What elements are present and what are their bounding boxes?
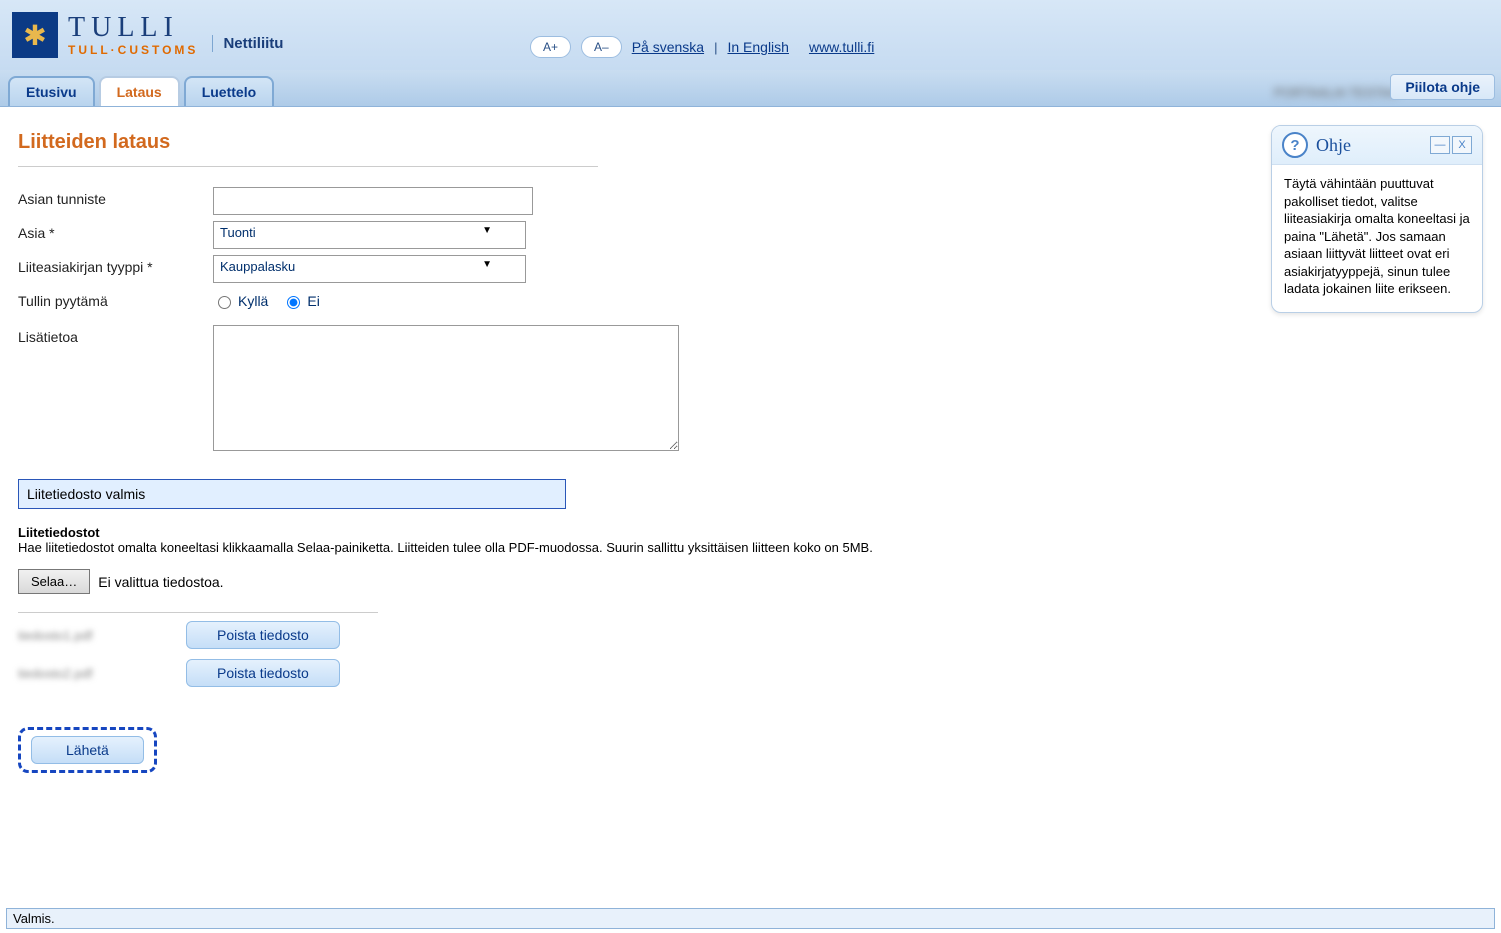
label-requested: Tullin pyytämä (18, 289, 213, 309)
file-ready-status: Liitetiedosto valmis (18, 479, 566, 509)
tab-upload[interactable]: Lataus (99, 76, 180, 106)
case-id-input[interactable] (213, 187, 533, 215)
remove-file-button-2[interactable]: Poista tiedosto (186, 659, 340, 687)
label-doc-type: Liiteasiakirjan tyyppi * (18, 255, 213, 275)
browse-button[interactable]: Selaa… (18, 569, 90, 594)
help-header: ? Ohje — X (1272, 126, 1482, 165)
no-file-selected: Ei valittua tiedostoa. (98, 574, 223, 590)
zoom-in-button[interactable]: A+ (530, 36, 571, 58)
lang-english-link[interactable]: In English (727, 39, 788, 55)
remove-file-button-1[interactable]: Poista tiedosto (186, 621, 340, 649)
user-name-blurred: PORTAALIA TESTAA (1274, 85, 1398, 100)
radio-no-label[interactable]: Ei (282, 293, 319, 309)
asia-select[interactable]: Tuonti (213, 221, 526, 249)
radio-yes[interactable] (218, 296, 231, 309)
logo-mark-icon (12, 12, 58, 58)
help-body: Täytä vähintään puuttuvat pakolliset tie… (1272, 165, 1482, 312)
files-section-desc: Hae liitetiedostot omalta koneeltasi kli… (18, 540, 898, 555)
label-info: Lisätietoa (18, 325, 213, 345)
help-minimize-button[interactable]: — (1430, 136, 1450, 154)
separator: | (714, 40, 717, 55)
tab-home[interactable]: Etusivu (8, 76, 95, 106)
help-icon: ? (1282, 132, 1308, 158)
file-row: tiedosto1.pdf Poista tiedosto (18, 621, 898, 649)
logo-text: TULLI TULL·CUSTOMS (68, 14, 198, 56)
file-row: tiedosto2.pdf Poista tiedosto (18, 659, 898, 687)
help-close-button[interactable]: X (1452, 136, 1472, 154)
file-name-2: tiedosto2.pdf (18, 666, 168, 681)
files-section-title: Liitetiedostot (18, 525, 898, 540)
send-button[interactable]: Lähetä (31, 736, 144, 764)
radio-no[interactable] (287, 296, 300, 309)
label-case-id: Asian tunniste (18, 187, 213, 207)
brand-subtitle: TULL·CUSTOMS (68, 44, 198, 56)
files-divider (18, 612, 378, 613)
status-bar: Valmis. (6, 908, 1495, 929)
logo: TULLI TULL·CUSTOMS (12, 12, 198, 58)
additional-info-textarea[interactable] (213, 325, 679, 451)
radio-yes-label[interactable]: Kyllä (213, 293, 268, 309)
site-link[interactable]: www.tulli.fi (809, 39, 874, 55)
hide-help-button[interactable]: Piilota ohje (1390, 74, 1495, 100)
page-title: Liitteiden lataus (18, 131, 598, 167)
header: TULLI TULL·CUSTOMS Nettiliitu A+ A– På s… (0, 0, 1501, 70)
lang-swedish-link[interactable]: På svenska (632, 39, 704, 55)
help-title: Ohje (1316, 135, 1351, 156)
send-highlight: Lähetä (18, 727, 157, 773)
help-panel: ? Ohje — X Täytä vähintään puuttuvat pak… (1271, 125, 1483, 313)
brand-name: TULLI (68, 14, 198, 42)
header-links: A+ A– På svenska | In English www.tulli.… (530, 36, 874, 58)
zoom-out-button[interactable]: A– (581, 36, 622, 58)
tab-list[interactable]: Luettelo (184, 76, 274, 106)
file-name-1: tiedosto1.pdf (18, 628, 168, 643)
nav-tabs: Etusivu Lataus Luettelo PORTAALIA TESTAA… (0, 70, 1501, 107)
app-name: Nettiliitu (212, 35, 283, 52)
doc-type-select[interactable]: Kauppalasku (213, 255, 526, 283)
label-asia: Asia * (18, 221, 213, 241)
main-content: Liitteiden lataus Asian tunniste Asia * … (18, 125, 898, 773)
